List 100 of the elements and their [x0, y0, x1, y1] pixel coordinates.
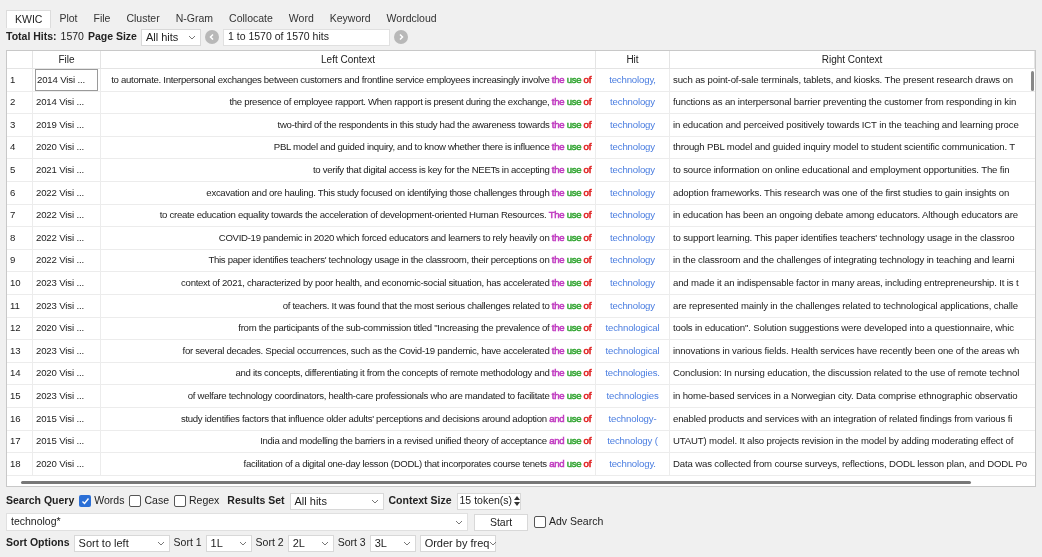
file-cell[interactable]: 2022 Visi ... [35, 253, 85, 268]
hit-cell: technology [610, 298, 655, 313]
context-size-label: Context Size [388, 493, 452, 509]
row-number: 17 [10, 434, 21, 449]
hit-cell: technology [610, 185, 655, 200]
dropdown-caret-icon [455, 519, 463, 525]
checkbox[interactable] [534, 516, 546, 528]
row-number: 8 [10, 230, 16, 245]
dropdown-caret-icon [402, 540, 411, 546]
right-context-cell: are represented mainly in the challenges related to technological applications, challe [673, 298, 1018, 313]
dropdown-caret-icon [489, 540, 498, 546]
file-cell[interactable]: 2022 Visi ... [35, 208, 85, 223]
vertical-scrollbar[interactable] [1031, 71, 1034, 91]
row-number: 7 [10, 208, 16, 223]
file-cell[interactable]: 2022 Visi ... [35, 230, 85, 246]
right-context-cell-text: Data was collected from course surveys, reflections, DODL lesson plan, and DODL Po [673, 456, 1027, 471]
total-hits-label: Total Hits: [6, 29, 57, 45]
sort-label: Sort 2 [255, 535, 284, 551]
left-context-cell: from the participants of the sub-commission titled "Increasing the prevalence of the use of [238, 321, 591, 336]
hit-cell-text: technology [610, 230, 655, 245]
right-context-cell: Conclusion: In nursing education, the discussion related to the use of remote technol [673, 366, 1020, 381]
left-context-cell: excavation and ore hauling. This study focused on identifying those challenges through the use of [206, 185, 591, 200]
column-header[interactable]: File [58, 52, 75, 67]
row-number: 5 [10, 162, 16, 177]
file-cell[interactable]: 2022 Visi ... [35, 185, 85, 200]
page-size-dropdown[interactable]: All hits [140, 28, 201, 46]
file-cell[interactable]: 2020 Visi ... [35, 321, 85, 336]
hit-cell: technology [610, 140, 655, 155]
left-context-cell: to automate. Interpersonal exchanges between customers and frontline service employees increasingly involve the use of [111, 72, 591, 87]
sort-dropdown[interactable]: 3L [369, 534, 416, 552]
hit-cell-text: technology. [609, 456, 656, 471]
file-cell[interactable]: 2023 Visi ... [35, 275, 85, 291]
file-cell[interactable]: 2023 Visi ... [35, 343, 85, 359]
hit-range-field[interactable]: 1 to 1570 of 1570 hits [222, 28, 390, 46]
row-number: 3 [10, 117, 16, 132]
results-set-label: Results Set [227, 493, 285, 509]
file-cell[interactable]: 2015 Visi ... [35, 434, 85, 449]
file-cell[interactable]: 2020 Visi ... [35, 456, 85, 472]
results-set-dropdown[interactable]: All hits [289, 492, 384, 510]
checkbox[interactable] [173, 495, 186, 507]
hit-cell: technology- [608, 411, 657, 426]
dropdown-caret-icon [370, 498, 379, 504]
row-number: 11 [10, 298, 20, 313]
start-button[interactable]: Start [474, 513, 528, 531]
checkbox-label[interactable]: Adv Search [549, 514, 604, 530]
query-field[interactable]: technolog* [6, 513, 468, 531]
left-context-cell-text: two-third of the respondents in this study had the awareness towards the use of [277, 117, 591, 132]
right-context-cell-text: in education and perceived positively towards ICT in the teaching and learning proce [673, 117, 1019, 132]
left-context-cell-text: COVID-19 pandemic in 2020 which forced educators and learners to rely heavily on the use of [218, 230, 591, 245]
file-cell[interactable]: 2020 Visi ... [35, 140, 85, 155]
checkbox-label[interactable]: Words [94, 493, 125, 509]
column-header[interactable]: Hit [626, 52, 639, 67]
file-cell[interactable]: 2014 Visi ... [35, 68, 98, 91]
column-header[interactable]: Left Context [321, 52, 375, 67]
right-context-cell: such as point-of-sale terminals, tablets, and kiosks. The present research draws on [673, 72, 1013, 87]
file-cell[interactable]: 2014 Visi ... [35, 95, 85, 110]
sort-dropdown[interactable]: 2L [287, 534, 334, 552]
checkbox-label[interactable]: Case [144, 493, 169, 509]
left-chevron-icon [207, 33, 216, 41]
left-context-cell: and its concepts, differentiating it from the concepts of remote methodology and the use of [235, 366, 591, 381]
sort-mode-dropdown[interactable]: Sort to left [73, 534, 170, 552]
file-cell[interactable]: 2023 Visi ... [35, 388, 85, 404]
file-cell[interactable]: 2019 Visi ... [35, 117, 85, 133]
left-context-cell-text: to verify that digital access is key for the NEETs in accepting the use of [312, 162, 591, 177]
left-context-cell-text: context of 2021, characterized by poor health, and economic-social situation, has accelerated the use of [181, 275, 591, 290]
hit-cell: technology [610, 253, 655, 268]
hit-cell-text: technology [610, 162, 655, 177]
left-context-cell-text: for several decades. Special occurrences, such as the Covid-19 pandemic, have accelerated the use of [182, 343, 591, 358]
row-number: 10 [10, 275, 21, 290]
checkbox[interactable] [129, 495, 142, 507]
right-context-cell: in education has been an ongoing debate among educators. Although educators are [673, 208, 1018, 223]
row-number: 9 [10, 253, 16, 268]
left-context-cell: of teachers. It was found that the most serious challenges related to the use of [282, 298, 591, 313]
hit-cell: technological [605, 321, 660, 336]
file-cell[interactable]: 2015 Visi ... [35, 411, 85, 426]
tab[interactable]: KWIC [6, 10, 52, 28]
right-context-cell: tools in education". Solution suggestions were developed into a questionnaire, whic [673, 321, 1014, 336]
column-header[interactable]: Right Context [821, 52, 883, 67]
order-dropdown[interactable]: Order by freq [419, 534, 496, 552]
right-context-cell-text: to support learning. This paper identifies teachers' technology usage in the classroo [673, 230, 1015, 245]
total-hits-value: 1570 [60, 29, 84, 45]
file-cell[interactable]: 2023 Visi ... [35, 298, 85, 313]
left-context-cell-text: of welfare technology coordinators, health-care professionals who are mandated to facilitate the use of [187, 388, 591, 403]
checkbox-label[interactable]: Regex [188, 493, 220, 509]
file-cell[interactable]: 2020 Visi ... [35, 366, 85, 381]
horizontal-scrollbar[interactable] [21, 481, 971, 484]
hit-cell-text: technology [610, 275, 655, 290]
dropdown-caret-icon [187, 34, 196, 40]
checkbox[interactable] [79, 495, 92, 507]
sort-dropdown[interactable]: 1L [205, 534, 252, 552]
context-size-spinner[interactable]: 15 token(s) [456, 492, 522, 510]
hit-cell: technologies. [605, 366, 660, 381]
hit-cell: technology ( [607, 434, 658, 449]
left-context-cell: the presence of employee rapport. When rapport is present during the exchange, the use of [229, 95, 591, 110]
page-size-label: Page Size [87, 29, 137, 45]
row-number: 12 [10, 321, 21, 336]
file-cell[interactable]: 2021 Visi ... [35, 162, 85, 178]
dropdown-caret-icon [156, 540, 165, 546]
right-context-cell: adoption frameworks. This research was one of the first studies to gain insights on [673, 185, 1010, 200]
row-number: 15 [10, 388, 21, 403]
